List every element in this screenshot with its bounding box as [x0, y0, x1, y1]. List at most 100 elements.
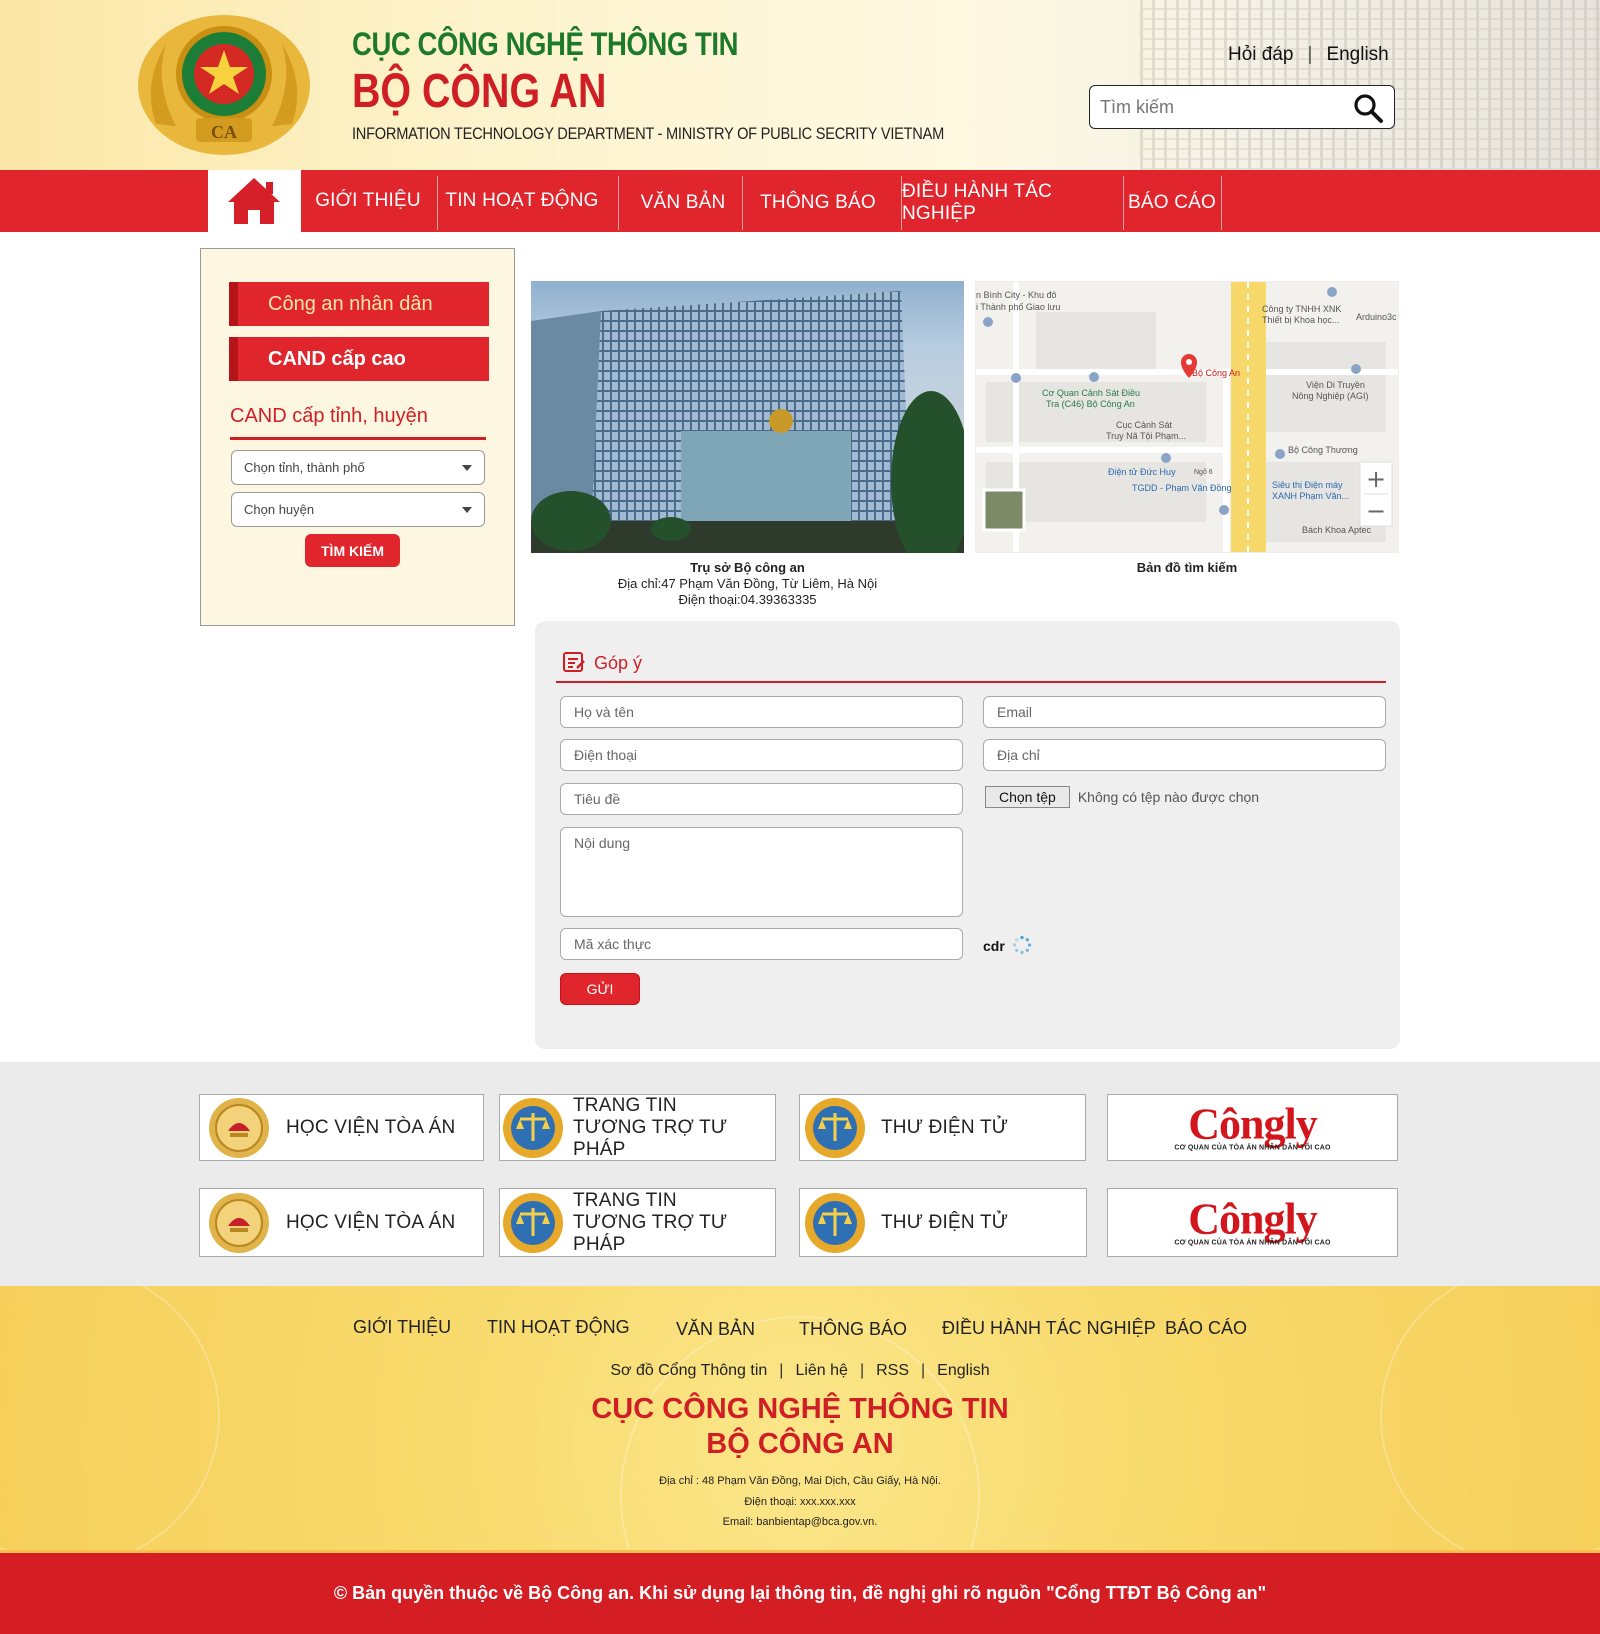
map-canvas[interactable]: n Bình City - Khu đô i Thành phố Giao lư…: [976, 282, 1399, 553]
nav-item-thong-bao[interactable]: THÔNG BÁO: [743, 172, 893, 234]
chevron-down-icon: [462, 465, 472, 471]
footer-links: Sơ đồ Cổng Thông tin | Liên hệ | RSS | English: [0, 1362, 1600, 1380]
feedback-title-underline: [556, 681, 1386, 683]
footer-nav-dieu-hanh[interactable]: ĐIỀU HÀNH TÁC NGHIỆP: [942, 1318, 1156, 1339]
partner-label: HỌC VIỆN TÒA ÁN: [286, 1211, 456, 1233]
map-satellite-toggle[interactable]: [982, 488, 1026, 532]
cand-cap-cao-button[interactable]: CAND cấp cao: [229, 337, 489, 381]
header-title-line1: CỤC CÔNG NGHỆ THÔNG TIN: [352, 26, 739, 62]
address-field[interactable]: Địa chỉ: [983, 739, 1386, 771]
home-icon: [228, 178, 280, 224]
footer-link-rss[interactable]: RSS: [876, 1362, 909, 1379]
footer-address: Địa chỉ : 48 Phạm Văn Đồng, Mai Dịch, Cầ…: [659, 1475, 941, 1487]
footer-email: Email: banbientap@bca.gov.vn.: [722, 1516, 878, 1528]
file-upload: Chọn tệp Không có tệp nào được chọn: [985, 786, 1259, 808]
emblem-icon[interactable]: CA: [136, 14, 312, 156]
scales-emblem-icon: [503, 1097, 563, 1158]
name-field[interactable]: Họ và tên: [560, 696, 963, 728]
photo-caption-phone: Điện thoại:04.39363335: [678, 592, 817, 607]
map-label: Nông Nghiệp (AGI): [1292, 391, 1369, 401]
search-input[interactable]: [1100, 94, 1340, 120]
sidebar-search-button[interactable]: TÌM KIẾM: [305, 534, 400, 567]
partner-hoc-vien-toa-an[interactable]: HỌC VIỆN TÒA ÁN: [199, 1188, 484, 1257]
map-label: Tra (C46) Bộ Công An: [1046, 399, 1135, 409]
subject-field[interactable]: Tiêu đề: [560, 783, 963, 815]
footer-nav-thong-bao[interactable]: THÔNG BÁO: [799, 1319, 907, 1340]
content-textarea[interactable]: Nội dung: [560, 827, 963, 917]
feedback-icon: [563, 652, 585, 672]
nav-item-van-ban[interactable]: VĂN BẢN: [619, 172, 747, 234]
footer-nav-gioi-thieu[interactable]: GIỚI THIỆU: [353, 1317, 451, 1338]
separator: |: [859, 1362, 865, 1379]
separator: |: [921, 1362, 926, 1379]
home-button[interactable]: [208, 170, 301, 232]
footer-org-line2: BỘ CÔNG AN: [706, 1428, 894, 1460]
partner-label: TRANG TIN TƯƠNG TRỢ TƯ PHÁP: [573, 1095, 775, 1161]
search-icon[interactable]: [1352, 92, 1384, 124]
partner-label-line2: TƯƠNG TRỢ TƯ PHÁP: [573, 1116, 728, 1160]
cong-ly-wordmark: Côngly: [1188, 1099, 1317, 1148]
map-label: Công ty TNHH XNK: [1262, 304, 1341, 314]
court-academy-logo-icon: [209, 1097, 269, 1158]
email-field[interactable]: Email: [983, 696, 1386, 728]
map-label: i Thành phố Giao lưu: [976, 302, 1060, 312]
photo-caption-address: Địa chỉ:47 Phạm Văn Đồng, Từ Liêm, Hà Nộ…: [617, 576, 878, 591]
send-button[interactable]: GỬI: [560, 973, 640, 1005]
map-label: Ngõ 6: [1194, 469, 1213, 476]
footer-nav-bao-cao[interactable]: BÁO CÁO: [1165, 1318, 1247, 1339]
partner-thu-dien-tu[interactable]: THƯ ĐIỆN TỬ: [799, 1094, 1086, 1161]
map-label: Truy Nã Tội Phạm...: [1106, 431, 1186, 441]
province-select[interactable]: Chọn tỉnh, thành phố: [231, 450, 485, 485]
scales-emblem-icon: [805, 1192, 865, 1253]
choose-file-button[interactable]: Chọn tệp: [985, 786, 1070, 808]
zoom-in-button[interactable]: +: [1366, 465, 1386, 493]
footer-link-contact[interactable]: Liên hệ: [795, 1362, 848, 1379]
partner-label-line1: TRANG TIN: [573, 1094, 677, 1116]
footer-nav: GIỚI THIỆU TIN HOẠT ĐỘNG VĂN BẢN THÔNG B…: [0, 1317, 1600, 1347]
cong-ly-logo: Côngly CƠ QUAN CỦA TÒA ÁN NHÂN DÂN TỐI C…: [1108, 1194, 1397, 1247]
partner-cong-ly[interactable]: Côngly CƠ QUAN CỦA TÒA ÁN NHÂN DÂN TỐI C…: [1107, 1094, 1398, 1161]
cand-button[interactable]: Công an nhân dân: [229, 282, 489, 326]
sidebar-heading: CAND cấp tỉnh, huyện: [230, 405, 428, 427]
footer-link-english[interactable]: English: [937, 1362, 989, 1379]
captcha-field[interactable]: Mã xác thực: [560, 928, 963, 960]
map[interactable]: n Bình City - Khu đô i Thành phố Giao lư…: [975, 281, 1399, 553]
chevron-down-icon: [462, 507, 472, 513]
footer-nav-van-ban[interactable]: VĂN BẢN: [676, 1319, 755, 1340]
sidebar: Công an nhân dân CAND cấp cao CAND cấp t…: [200, 248, 515, 626]
nav-item-bao-cao[interactable]: BÁO CÁO: [1124, 172, 1220, 234]
partner-cong-ly[interactable]: Côngly CƠ QUAN CỦA TÒA ÁN NHÂN DÂN TỐI C…: [1107, 1188, 1398, 1257]
feedback-title: Góp ý: [594, 653, 643, 673]
copyright-text: © Bản quyền thuộc về Bộ Công an. Khi sử …: [333, 1583, 1267, 1603]
footer-org-line1: CỤC CÔNG NGHỆ THÔNG TIN: [591, 1393, 1009, 1425]
footer-link-sitemap[interactable]: Sơ đồ Cổng Thông tin: [610, 1362, 767, 1379]
district-select[interactable]: Chọn huyện: [231, 492, 485, 527]
main-nav: GIỚI THIỆU TIN HOẠT ĐỘNG VĂN BẢN THÔNG B…: [0, 170, 1600, 232]
faq-link[interactable]: Hỏi đáp: [1228, 44, 1294, 66]
partner-label-line2: TƯƠNG TRỢ TƯ PHÁP: [573, 1211, 728, 1255]
map-label: Cơ Quan Cảnh Sát Điều: [1042, 388, 1140, 398]
phone-field[interactable]: Điện thoại: [560, 739, 963, 771]
cong-ly-subtitle: CƠ QUAN CỦA TÒA ÁN NHÂN DÂN TỐI CAO: [1174, 1144, 1331, 1151]
cong-ly-wordmark: Côngly: [1188, 1194, 1317, 1243]
partner-thu-dien-tu[interactable]: THƯ ĐIỆN TỬ: [799, 1188, 1087, 1257]
partner-trang-tin-tuong-tro-tu-phap[interactable]: TRANG TIN TƯƠNG TRỢ TƯ PHÁP: [499, 1188, 776, 1257]
top-links: Hỏi đáp | English: [1228, 44, 1389, 66]
map-label: Siêu thị Điện máy: [1272, 480, 1343, 490]
nav-item-dieu-hanh[interactable]: ĐIỀU HÀNH TÁC NGHIỆP: [902, 172, 1120, 234]
footer-nav-tin-hoat-dong[interactable]: TIN HOẠT ĐỘNG: [487, 1317, 630, 1338]
separator: |: [779, 1362, 784, 1379]
partner-label-line1: TRANG TIN: [573, 1189, 677, 1211]
separator: |: [1307, 44, 1313, 65]
nav-item-tin-hoat-dong[interactable]: TIN HOẠT ĐỘNG: [438, 170, 606, 232]
english-link[interactable]: English: [1326, 44, 1388, 66]
headquarters-building-image: [531, 291, 964, 553]
zoom-out-button[interactable]: −: [1366, 497, 1386, 525]
map-label: TGDD - Phạm Văn Đồng: [1132, 483, 1232, 493]
partner-trang-tin-tuong-tro-tu-phap[interactable]: TRANG TIN TƯƠNG TRỢ TƯ PHÁP: [499, 1094, 776, 1161]
nav-item-gioi-thieu[interactable]: GIỚI THIỆU: [303, 170, 433, 232]
captcha-text: cdr: [983, 938, 1005, 954]
footer-phone: Điện thoại: xxx.xxx.xxx: [744, 1496, 856, 1508]
sidebar-heading-underline: [230, 437, 486, 440]
partner-hoc-vien-toa-an[interactable]: HỌC VIỆN TÒA ÁN: [199, 1094, 484, 1161]
